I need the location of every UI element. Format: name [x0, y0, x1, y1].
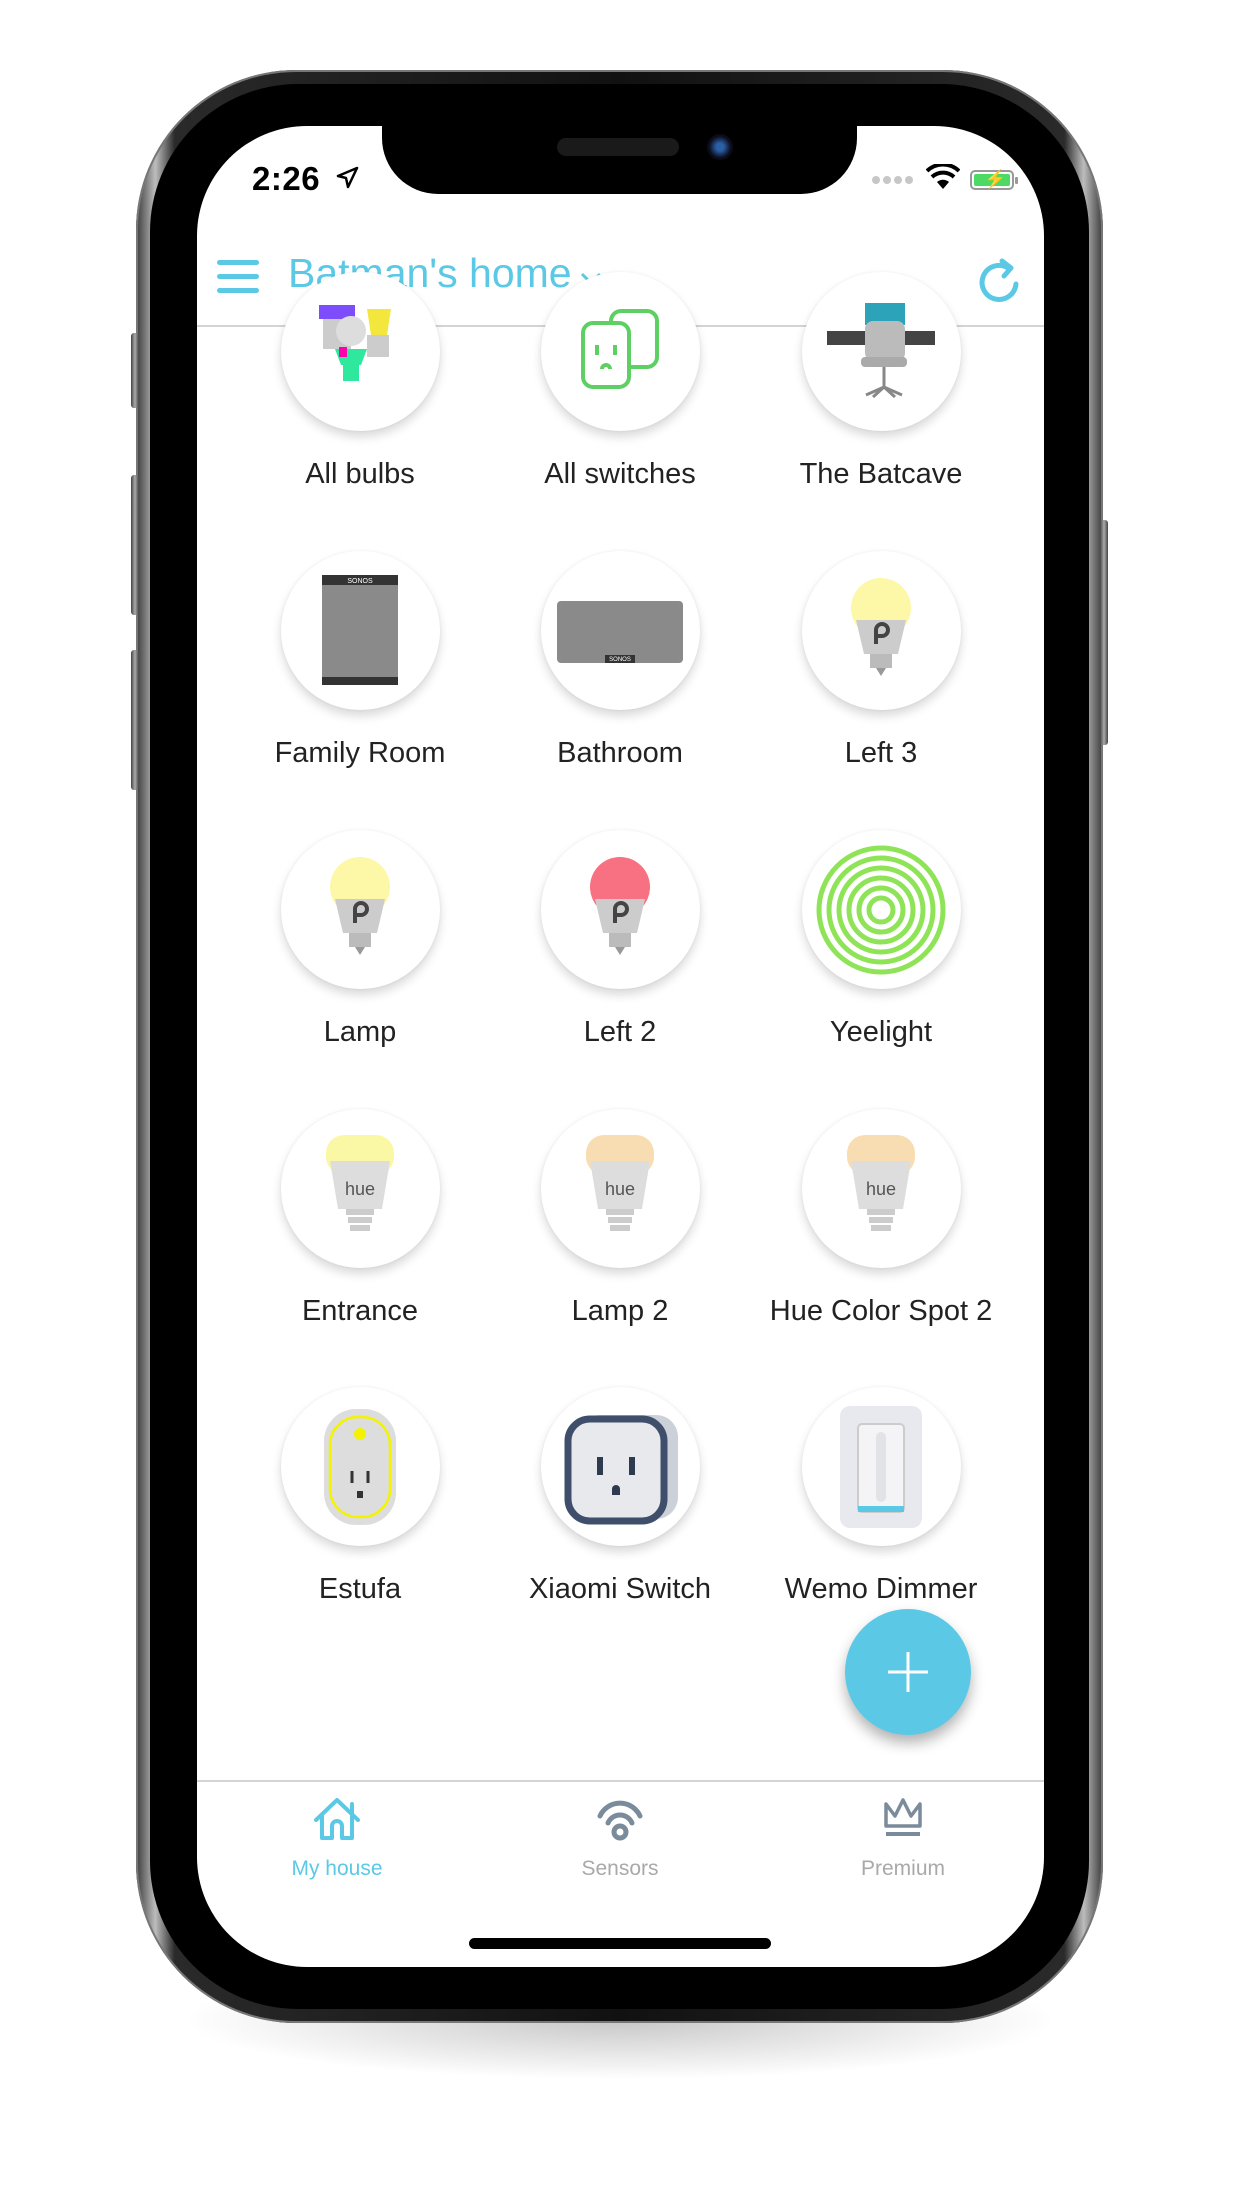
home-indicator: [469, 1938, 771, 1949]
tab-label: Sensors: [581, 1857, 659, 1880]
status-time: 2:26: [252, 160, 321, 197]
device-label: All bulbs: [305, 458, 415, 490]
device-tile[interactable]: All switches: [500, 272, 740, 492]
device-tile[interactable]: Left 2: [500, 830, 740, 1050]
svg-text:SONOS: SONOS: [609, 657, 631, 663]
volume-up-button: [131, 475, 139, 615]
sonos-tall-icon: SONOS: [280, 551, 440, 710]
device-tile[interactable]: SONOS Bathroom: [500, 551, 740, 771]
silent-switch: [131, 333, 139, 408]
device-tile[interactable]: All bulbs: [240, 272, 480, 492]
battery-icon: ⚡: [970, 169, 1018, 190]
tab-label: Premium: [860, 1857, 945, 1880]
device-label: Estufa: [318, 1573, 402, 1605]
light-strip-icon: [801, 830, 961, 989]
device-label: Xiaomi Switch: [528, 1573, 712, 1605]
device-label: Entrance: [301, 1295, 419, 1327]
svg-text:SONOS: SONOS: [347, 578, 373, 585]
device-tile[interactable]: Yeelight: [761, 830, 1001, 1050]
device-tile[interactable]: Xiaomi Switch: [500, 1387, 740, 1607]
tab-premium[interactable]: Premium: [803, 1796, 1003, 1881]
app-screen: 2:26 ⚡ Batman's home All bulbs All switch…: [197, 126, 1044, 1967]
location-arrow-icon: [335, 166, 359, 197]
device-label: Left 3: [844, 737, 918, 769]
device-tile[interactable]: Estufa: [240, 1387, 480, 1607]
device-tile[interactable]: Wemo Dimmer: [761, 1387, 1001, 1607]
device-label: All switches: [544, 458, 696, 490]
sonos-wide-icon: SONOS: [540, 551, 700, 710]
power-button: [1100, 520, 1108, 745]
crown-icon: [884, 1798, 922, 1836]
xiaomi-plug-icon: [540, 1387, 700, 1546]
bulbs-group-icon: [280, 272, 440, 431]
switches-group-icon: [540, 272, 700, 431]
device-label: Bathroom: [557, 737, 683, 769]
device-label: Yeelight: [829, 1016, 933, 1048]
device-tile[interactable]: hue Lamp 2: [500, 1109, 740, 1329]
device-label: Wemo Dimmer: [784, 1573, 978, 1605]
office-chair-icon: [801, 272, 961, 431]
device-tile[interactable]: hue Hue Color Spot 2: [761, 1109, 1001, 1329]
device-tile[interactable]: The Batcave: [761, 272, 1001, 492]
device-tile[interactable]: Lamp: [240, 830, 480, 1050]
device-tile[interactable]: Left 3: [761, 551, 1001, 771]
volume-down-button: [131, 650, 139, 790]
signal-icon: [872, 171, 916, 189]
device-label: Left 2: [583, 1016, 657, 1048]
plus-icon: [888, 1652, 928, 1692]
tplink-bulb-icon: [540, 830, 700, 989]
device-tile[interactable]: hue Entrance: [240, 1109, 480, 1329]
tplink-bulb-icon: [280, 830, 440, 989]
svg-text:hue: hue: [345, 1179, 375, 1199]
house-icon: [314, 1798, 360, 1840]
notch: [382, 126, 857, 194]
device-label: Family Room: [274, 737, 446, 769]
tabbar-divider: [197, 1780, 1044, 1782]
hue-bulb-icon: hue: [540, 1109, 700, 1268]
svg-text:hue: hue: [605, 1179, 635, 1199]
hue-bulb-icon: hue: [280, 1109, 440, 1268]
wifi-icon: [925, 162, 961, 195]
device-tile[interactable]: SONOS Family Room: [240, 551, 480, 771]
add-device-button[interactable]: [845, 1609, 971, 1735]
hue-bulb-icon: hue: [801, 1109, 961, 1268]
sensor-icon: [597, 1800, 643, 1841]
device-label: Lamp: [323, 1016, 397, 1048]
device-label: The Batcave: [799, 458, 963, 490]
tab-sensors[interactable]: Sensors: [520, 1796, 720, 1881]
tplink-plug-icon: [280, 1387, 440, 1546]
wemo-dimmer-icon: [801, 1387, 961, 1546]
tab-my-house[interactable]: My house: [237, 1796, 437, 1881]
svg-text:hue: hue: [866, 1179, 896, 1199]
device-label: Lamp 2: [571, 1295, 669, 1327]
tplink-bulb-icon: [801, 551, 961, 710]
tab-label: My house: [291, 1857, 383, 1880]
device-label: Hue Color Spot 2: [769, 1295, 993, 1327]
